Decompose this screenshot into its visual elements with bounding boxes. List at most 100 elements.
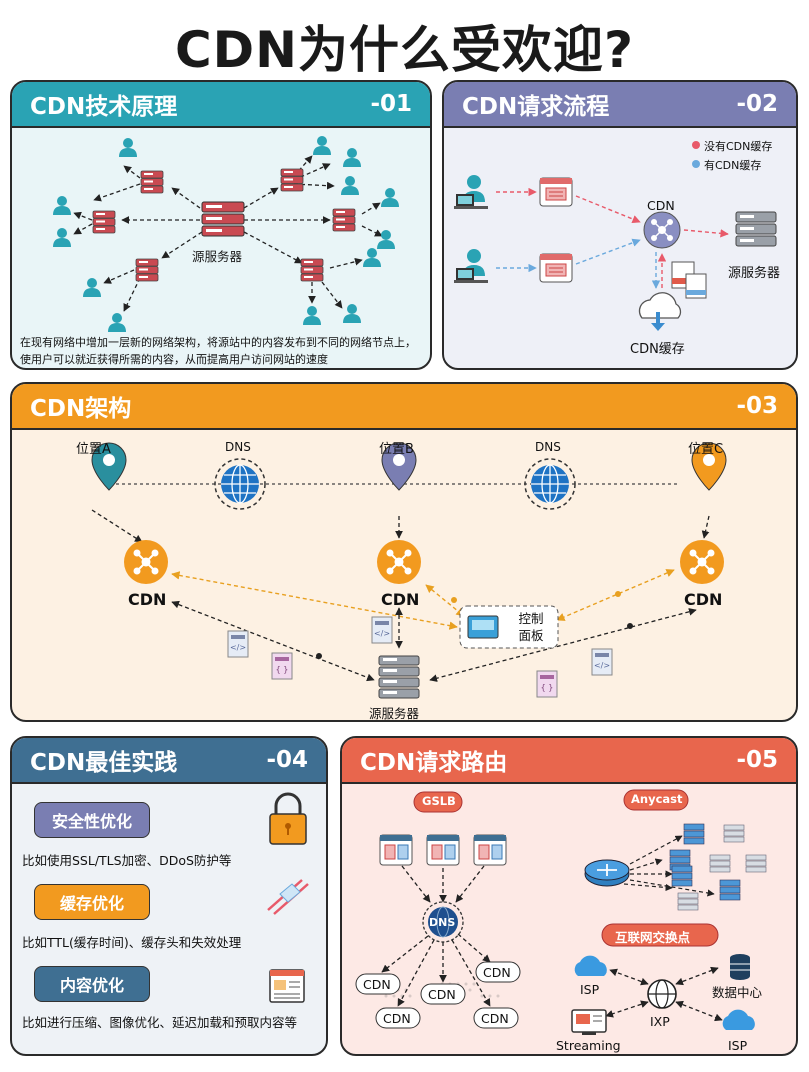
server-icon — [723, 824, 745, 843]
panel-number: -05 — [736, 747, 778, 773]
cache-optimization-badge: 缓存优化 — [34, 884, 150, 920]
legend-no-cache: 没有CDN缓存 — [704, 140, 773, 153]
user-workstation-icon — [454, 249, 488, 283]
cdn-node-label: CDN — [363, 977, 391, 992]
cache-optimization-desc: 比如TTL(缓存时间)、缓存头和失效处理 — [22, 935, 242, 950]
location-a-label: 位置A — [76, 442, 111, 457]
cdn-hub-icon — [376, 539, 422, 585]
content-optimization-desc: 比如进行压缩、图像优化、延迟加载和预取内容等 — [22, 1015, 298, 1030]
isp-label: ISP — [580, 982, 600, 997]
cdn-label: CDN — [647, 198, 675, 213]
cdn-hub-icon — [679, 539, 725, 585]
panel-header: CDN请求流程 -02 — [444, 82, 796, 128]
page-title: CDN为什么受欢迎? — [174, 21, 635, 79]
cdn-node-label: CDN — [481, 1011, 509, 1026]
server-icon — [671, 865, 693, 887]
panel-number: -01 — [370, 91, 412, 117]
cdn-node-label: CDN — [483, 965, 511, 980]
legend-no-cache-dot — [692, 141, 700, 149]
server-icon — [719, 879, 741, 901]
streaming-label: Streaming — [556, 1038, 621, 1053]
lock-icon — [269, 792, 307, 845]
html-file-icon — [371, 616, 393, 644]
panel-number: -02 — [736, 91, 778, 117]
control-panel-label: 控制 面板 — [518, 611, 544, 643]
dns-globe-icon — [524, 458, 576, 510]
origin-server-icon — [378, 655, 420, 699]
browser-icon — [473, 834, 507, 866]
database-icon — [730, 954, 750, 980]
data-center-label: 数据中心 — [712, 985, 763, 1000]
cdn-node-label: CDN — [383, 1011, 411, 1026]
architecture-diagram: </> { } — [91, 442, 727, 699]
server-icon — [683, 823, 705, 845]
panel-header: CDN最佳实践 -04 — [12, 738, 326, 784]
cdn-label: CDN — [381, 590, 420, 609]
panel-title: CDN技术原理 — [30, 94, 178, 120]
security-optimization-badge: 安全性优化 — [34, 802, 150, 838]
panel-number: -03 — [736, 393, 778, 419]
dns-globe-icon — [214, 458, 266, 510]
principle-description: 在现有网络中增加一层新的网络架构，将源站中的内容发布到不同的网络节点上，使用户可… — [20, 336, 416, 366]
panel-best-practices: CDN最佳实践 -04 安全性优化 比如使用SSL/TLS加密、DDoS防护等 … — [10, 736, 328, 1056]
gslb-label: GSLB — [422, 794, 456, 808]
legend-cache-dot — [692, 160, 700, 168]
dns-label: DNS — [429, 916, 456, 929]
browser-icon — [539, 253, 573, 283]
css-file-icon — [536, 670, 558, 698]
origin-server-label: 源服务器 — [192, 249, 243, 264]
cloud-cache-icon — [638, 292, 682, 331]
anycast-label: Anycast — [631, 792, 683, 806]
cdn-cache-label: CDN缓存 — [630, 342, 685, 357]
panel-title: CDN请求路由 — [360, 750, 508, 776]
router-icon — [584, 859, 630, 887]
panel-number: -04 — [266, 747, 308, 773]
origin-server-label: 源服务器 — [369, 706, 420, 721]
isp-label: ISP — [728, 1038, 748, 1053]
panel-header: CDN请求路由 -05 — [342, 738, 796, 784]
dns-label: DNS — [535, 440, 561, 454]
panel-request-routing: CDN请求路由 -05 GSLB Anycast DNS CDN CDN CDN… — [340, 736, 798, 1056]
location-b-label: 位置B — [379, 442, 414, 457]
panel-request-flow: CDN请求流程 -02 没有CDN缓存 有CDN缓存 CDN 源服务器 CDN缓… — [442, 80, 798, 370]
location-c-label: 位置C — [688, 442, 724, 457]
origin-server-icon — [735, 211, 777, 247]
origin-server-label: 源服务器 — [728, 266, 781, 281]
html-file-icon — [591, 648, 613, 676]
css-file-icon — [685, 273, 707, 299]
panel-title: CDN架构 — [30, 396, 132, 422]
ixp-label: IXP — [650, 1014, 670, 1029]
ixp-title: 互联网交换点 — [615, 930, 691, 945]
html-file-icon — [227, 630, 249, 658]
cdn-label: CDN — [684, 590, 723, 609]
panel-header: CDN架构 -03 — [12, 384, 796, 430]
legend-cache: 有CDN缓存 — [704, 159, 762, 172]
cdn-node-label: CDN — [428, 987, 456, 1002]
cdn-label: CDN — [128, 590, 167, 609]
content-page-icon — [269, 969, 305, 1003]
cdn-hub-icon — [123, 539, 169, 585]
server-icon — [709, 854, 731, 873]
server-icon — [745, 854, 767, 873]
cdn-hub-icon — [643, 211, 681, 249]
isp-cloud-icon — [574, 955, 607, 976]
dns-label: DNS — [225, 440, 251, 454]
server-icon — [677, 892, 699, 911]
ixp-globe-icon — [647, 979, 677, 1009]
cache-broom-icon — [267, 879, 309, 915]
browser-icon — [379, 834, 413, 866]
origin-server-icon — [201, 201, 245, 237]
panel-title: CDN请求流程 — [462, 94, 610, 120]
panel-cdn-architecture: CDN架构 -03 >} 位置A 位置B 位置C DNS DNS CDN CD… — [10, 382, 798, 722]
css-file-icon — [271, 652, 293, 680]
content-optimization-badge: 内容优化 — [34, 966, 150, 1002]
panel-title: CDN最佳实践 — [30, 750, 178, 776]
browser-icon — [539, 177, 573, 207]
panel-header: CDN技术原理 -01 — [12, 82, 430, 128]
user-workstation-icon — [454, 175, 488, 209]
browser-icon — [426, 834, 460, 866]
streaming-icon — [571, 1009, 607, 1035]
security-optimization-desc: 比如使用SSL/TLS加密、DDoS防护等 — [22, 853, 232, 868]
panel-cdn-principle: CDN技术原理 -01 源服务器 在现有网络中增加一层新的网络架构，将源站中的内… — [10, 80, 432, 370]
isp-cloud-icon — [722, 1009, 755, 1030]
